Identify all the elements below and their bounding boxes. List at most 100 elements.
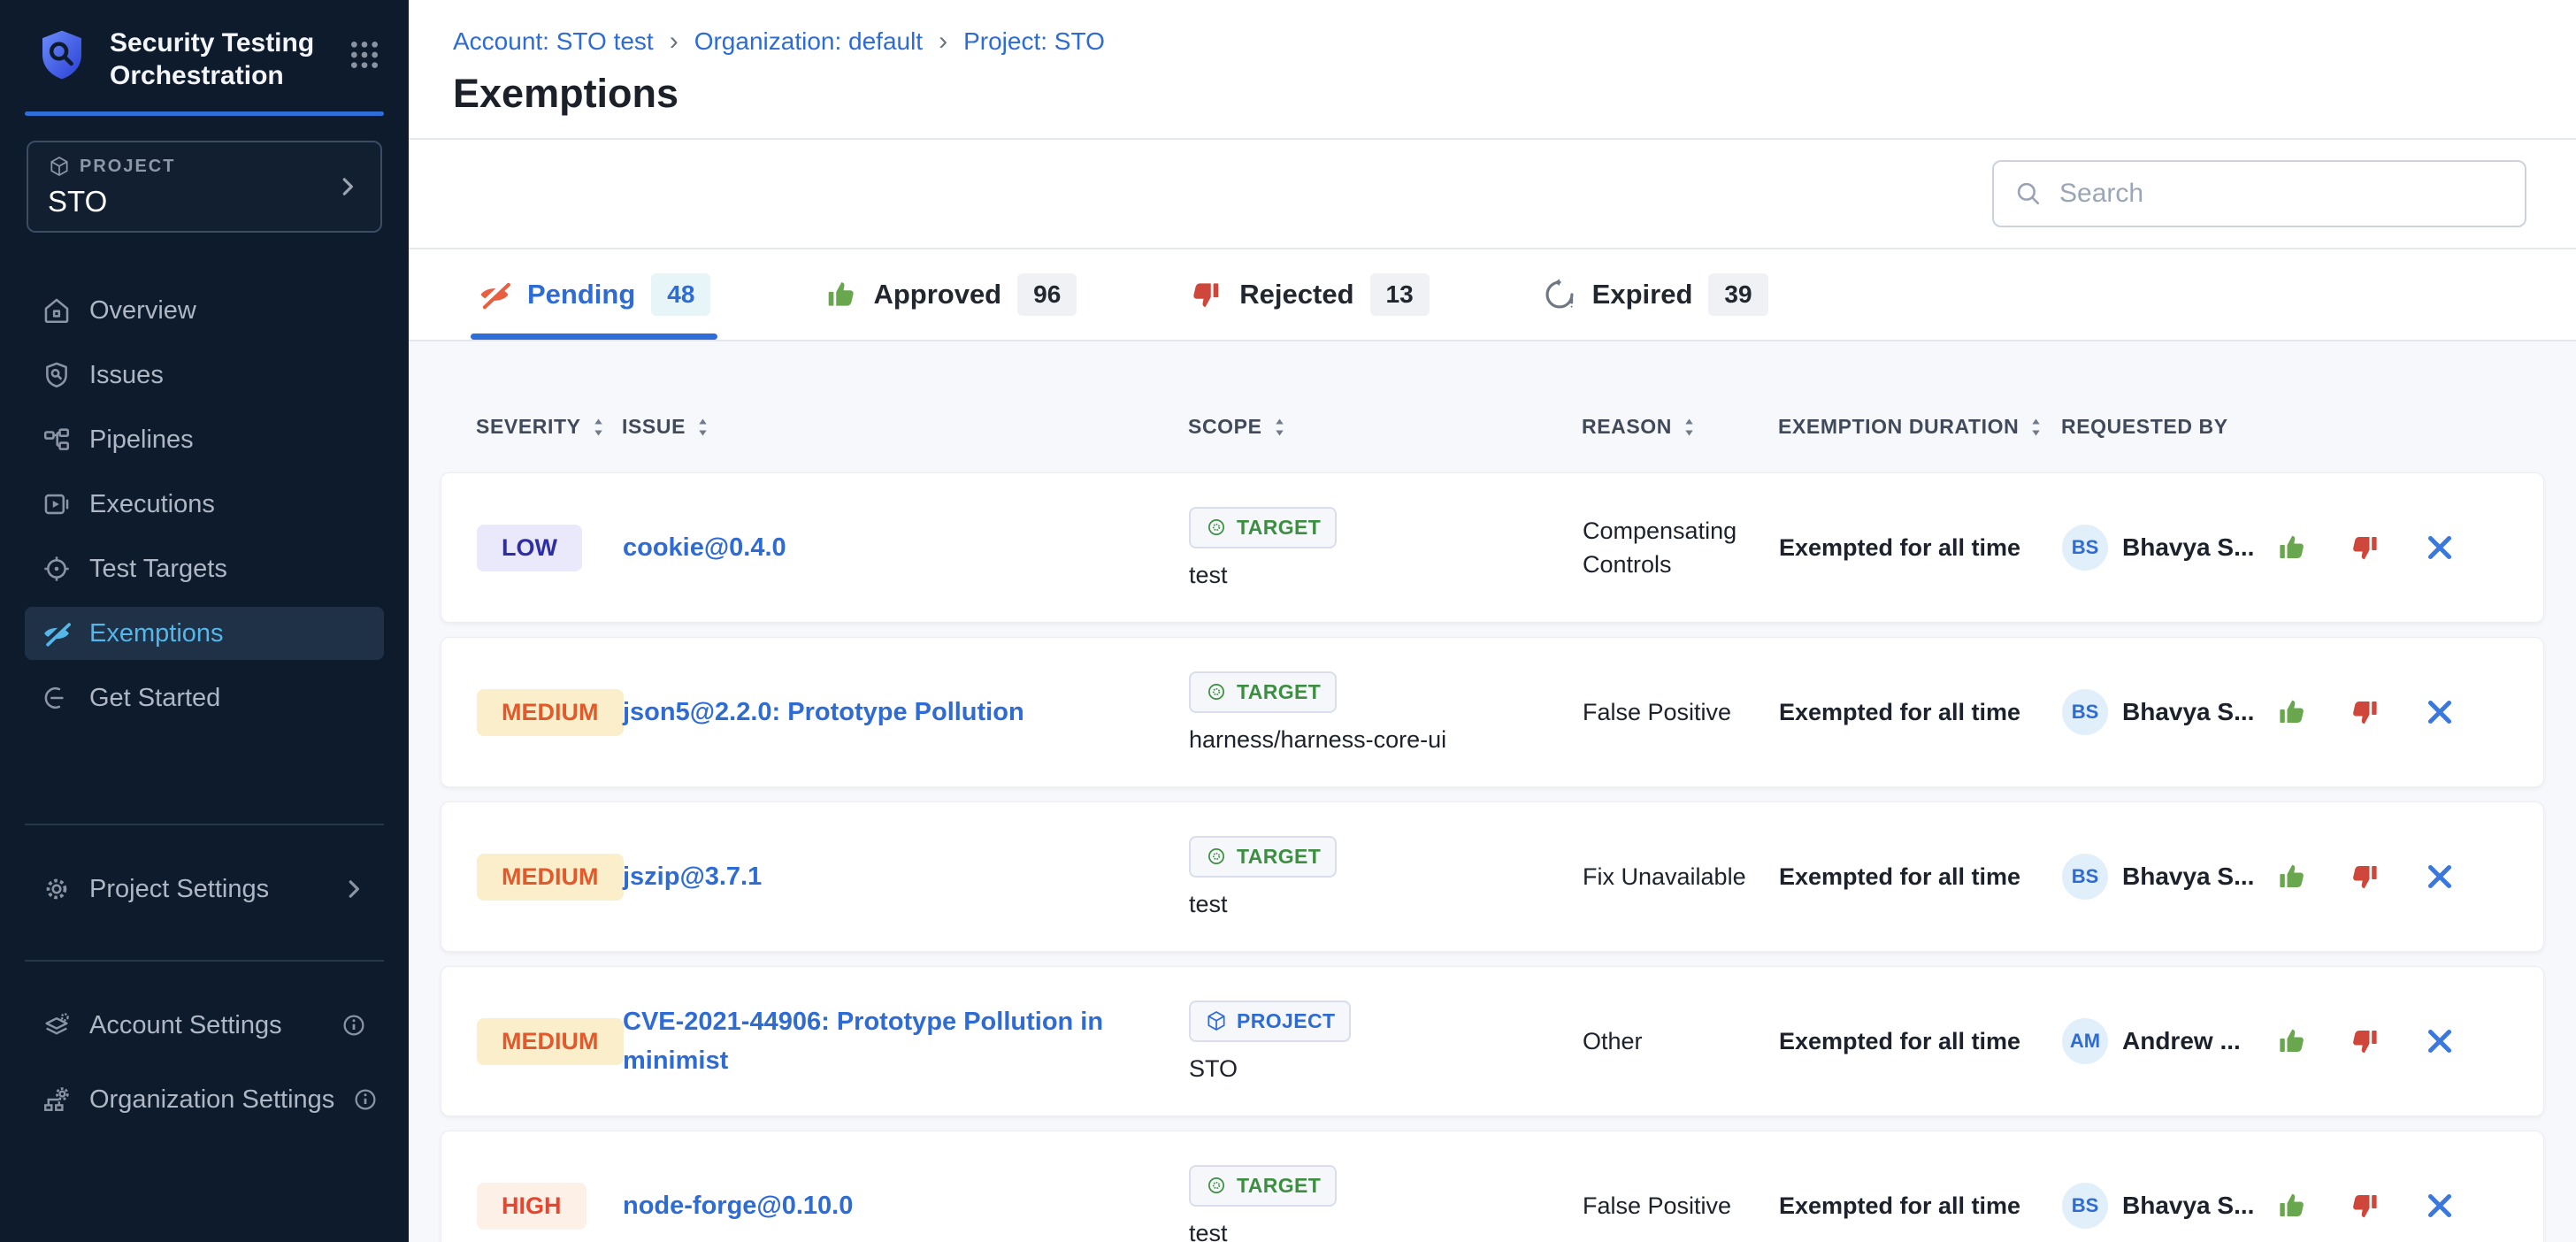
tab-expired[interactable]: Expired 39: [1543, 249, 1768, 340]
target-icon: [1205, 1174, 1228, 1197]
avatar: AM: [2062, 1018, 2108, 1064]
sort-icon: [1273, 417, 1286, 438]
breadcrumb: Account: STO test›Organization: default›…: [453, 27, 2576, 57]
scope-badge: TARGET: [1189, 507, 1337, 548]
requested-by-name: Bhavya S...: [2122, 533, 2254, 562]
close-icon: [2424, 861, 2456, 893]
eye-off-icon: [478, 278, 511, 311]
scope-name: test: [1189, 1220, 1228, 1242]
scope-name: harness/harness-core-ui: [1189, 726, 1446, 754]
cancel-button[interactable]: [2424, 1025, 2456, 1057]
requested-by-name: Andrew ...: [2122, 1027, 2241, 1055]
approve-button[interactable]: [2275, 696, 2307, 728]
tab-count-badge: 96: [1017, 273, 1077, 316]
column-header-severity[interactable]: SEVERITY: [476, 415, 622, 472]
close-icon: [2424, 1025, 2456, 1057]
cube-icon: [48, 155, 71, 178]
search-input[interactable]: [2058, 178, 2505, 210]
main-content: Account: STO test›Organization: default›…: [409, 0, 2576, 1242]
sort-icon: [2029, 417, 2043, 438]
issue-link[interactable]: node-forge@0.10.0: [623, 1186, 892, 1225]
reject-button[interactable]: [2350, 861, 2381, 893]
app-logo-shield-icon: [34, 27, 90, 83]
tab-pending[interactable]: Pending 48: [478, 249, 710, 340]
cancel-button[interactable]: [2424, 861, 2456, 893]
project-selector[interactable]: PROJECT STO: [27, 141, 382, 233]
severity-badge: MEDIUM: [477, 854, 624, 901]
scope-name: STO: [1189, 1055, 1238, 1083]
exemption-duration: Exempted for all time: [1779, 699, 2062, 726]
issue-link[interactable]: jszip@3.7.1: [623, 857, 801, 896]
get-started-icon: [42, 683, 72, 713]
info-icon[interactable]: [352, 1086, 379, 1113]
sidebar-item-get-started[interactable]: Get Started: [25, 671, 384, 724]
breadcrumb-link[interactable]: Project: STO: [963, 27, 1105, 56]
approve-button[interactable]: [2275, 1025, 2307, 1057]
target-icon: [1205, 516, 1228, 539]
module-grid-button[interactable]: [343, 34, 386, 76]
sidebar-item-executions[interactable]: Executions: [25, 478, 384, 531]
thumb-down-icon: [2350, 532, 2381, 564]
cancel-button[interactable]: [2424, 696, 2456, 728]
approve-button[interactable]: [2275, 1190, 2307, 1222]
scope-type-label: TARGET: [1237, 1174, 1321, 1198]
table-row: MEDIUM jszip@3.7.1 TARGET test Fix Unava…: [441, 801, 2544, 952]
table-row: HIGH node-forge@0.10.0 TARGET test False…: [441, 1131, 2544, 1242]
scope-badge: TARGET: [1189, 671, 1337, 713]
scope-type-label: TARGET: [1237, 680, 1321, 704]
chevron-right-icon: [334, 173, 361, 200]
issue-link[interactable]: CVE-2021-44906: Prototype Pollution in m…: [623, 1002, 1189, 1080]
sidebar-header: Security Testing Orchestration: [0, 0, 409, 92]
tab-count-badge: 48: [651, 273, 710, 316]
executions-icon: [42, 489, 72, 519]
scope-type-label: TARGET: [1237, 516, 1321, 540]
close-icon: [2424, 696, 2456, 728]
reject-button[interactable]: [2350, 696, 2381, 728]
column-header-exemption-duration[interactable]: EXEMPTION DURATION: [1778, 415, 2061, 472]
info-icon[interactable]: [341, 1012, 367, 1039]
thumb-down-icon: [2350, 861, 2381, 893]
cancel-button[interactable]: [2424, 532, 2456, 564]
sidebar-footer-project: Project Settings: [0, 862, 409, 916]
thumb-up-icon: [824, 278, 857, 311]
breadcrumb-link[interactable]: Account: STO test: [453, 27, 654, 56]
sidebar-item-overview[interactable]: Overview: [25, 284, 384, 337]
target-icon: [42, 554, 72, 584]
sort-icon: [592, 417, 605, 438]
sidebar-item-account-settings[interactable]: Account Settings: [25, 999, 384, 1052]
thumb-down-icon: [2350, 1025, 2381, 1057]
column-header-reason[interactable]: REASON: [1582, 415, 1778, 472]
issue-link[interactable]: cookie@0.4.0: [623, 528, 825, 567]
sidebar-item-organization-settings[interactable]: Organization Settings: [25, 1073, 384, 1126]
cancel-button[interactable]: [2424, 1190, 2456, 1222]
thumb-up-icon: [2275, 1190, 2307, 1222]
approve-button[interactable]: [2275, 861, 2307, 893]
sidebar-item-test-targets[interactable]: Test Targets: [25, 542, 384, 595]
search-icon: [2013, 179, 2043, 209]
sidebar-item-exemptions[interactable]: Exemptions: [25, 607, 384, 660]
thumb-down-icon: [1190, 278, 1223, 311]
sidebar-item-pipelines[interactable]: Pipelines: [25, 413, 384, 466]
close-icon: [2424, 1190, 2456, 1222]
column-header-scope[interactable]: SCOPE: [1188, 415, 1582, 472]
table-body: LOW cookie@0.4.0 TARGET test Compensatin…: [441, 472, 2544, 1242]
sidebar-item-project-settings[interactable]: Project Settings: [25, 862, 384, 916]
reject-button[interactable]: [2350, 1025, 2381, 1057]
sort-icon: [696, 417, 709, 438]
breadcrumb-link[interactable]: Organization: default: [694, 27, 923, 56]
sidebar-item-issues[interactable]: Issues: [25, 349, 384, 402]
column-header-issue[interactable]: ISSUE: [622, 415, 1188, 472]
table-header: SEVERITY ISSUE SCOPE REASON EXEMPTION DU…: [441, 341, 2544, 472]
reject-button[interactable]: [2350, 1190, 2381, 1222]
reason: Fix Unavailable: [1583, 860, 1779, 893]
tab-rejected[interactable]: Rejected 13: [1190, 249, 1429, 340]
approve-button[interactable]: [2275, 532, 2307, 564]
scope-type-label: PROJECT: [1237, 1009, 1335, 1033]
issue-link[interactable]: json5@2.2.0: Prototype Pollution: [623, 693, 1063, 732]
reject-button[interactable]: [2350, 532, 2381, 564]
reason: False Positive: [1583, 695, 1779, 729]
column-header-requested-by[interactable]: REQUESTED BY: [2061, 415, 2269, 472]
tab-approved[interactable]: Approved 96: [824, 249, 1077, 340]
target-icon: [1205, 680, 1228, 703]
sidebar-nav: Overview Issues Pipelines Executions Tes…: [0, 284, 409, 724]
